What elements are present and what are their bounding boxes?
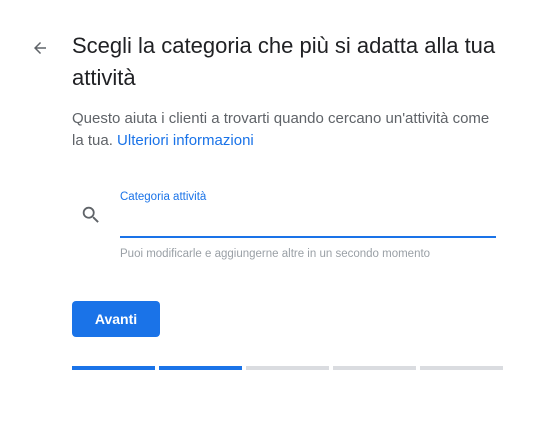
category-field: Categoria attività (120, 190, 496, 242)
back-button[interactable] (26, 34, 54, 62)
page-description: Questo aiuta i clienti a trovarti quando… (72, 108, 492, 152)
learn-more-link[interactable]: Ulteriori informazioni (117, 132, 254, 149)
search-icon (82, 206, 99, 223)
progress-step (72, 366, 155, 370)
progress-step (246, 366, 329, 370)
category-field-label: Categoria attività (120, 191, 207, 203)
category-input[interactable] (120, 208, 496, 238)
arrow-left-icon (34, 42, 46, 54)
business-category-page: Scegli la categoria che più si adatta al… (0, 0, 560, 435)
category-helper-text: Puoi modificarle e aggiungerne altre in … (120, 248, 431, 260)
progress-step (420, 366, 503, 370)
page-title: Scegli la categoria che più si adatta al… (72, 33, 496, 90)
step-progress-bar (72, 366, 503, 370)
next-button[interactable]: Avanti (72, 301, 160, 337)
progress-step (159, 366, 242, 370)
progress-step (333, 366, 416, 370)
